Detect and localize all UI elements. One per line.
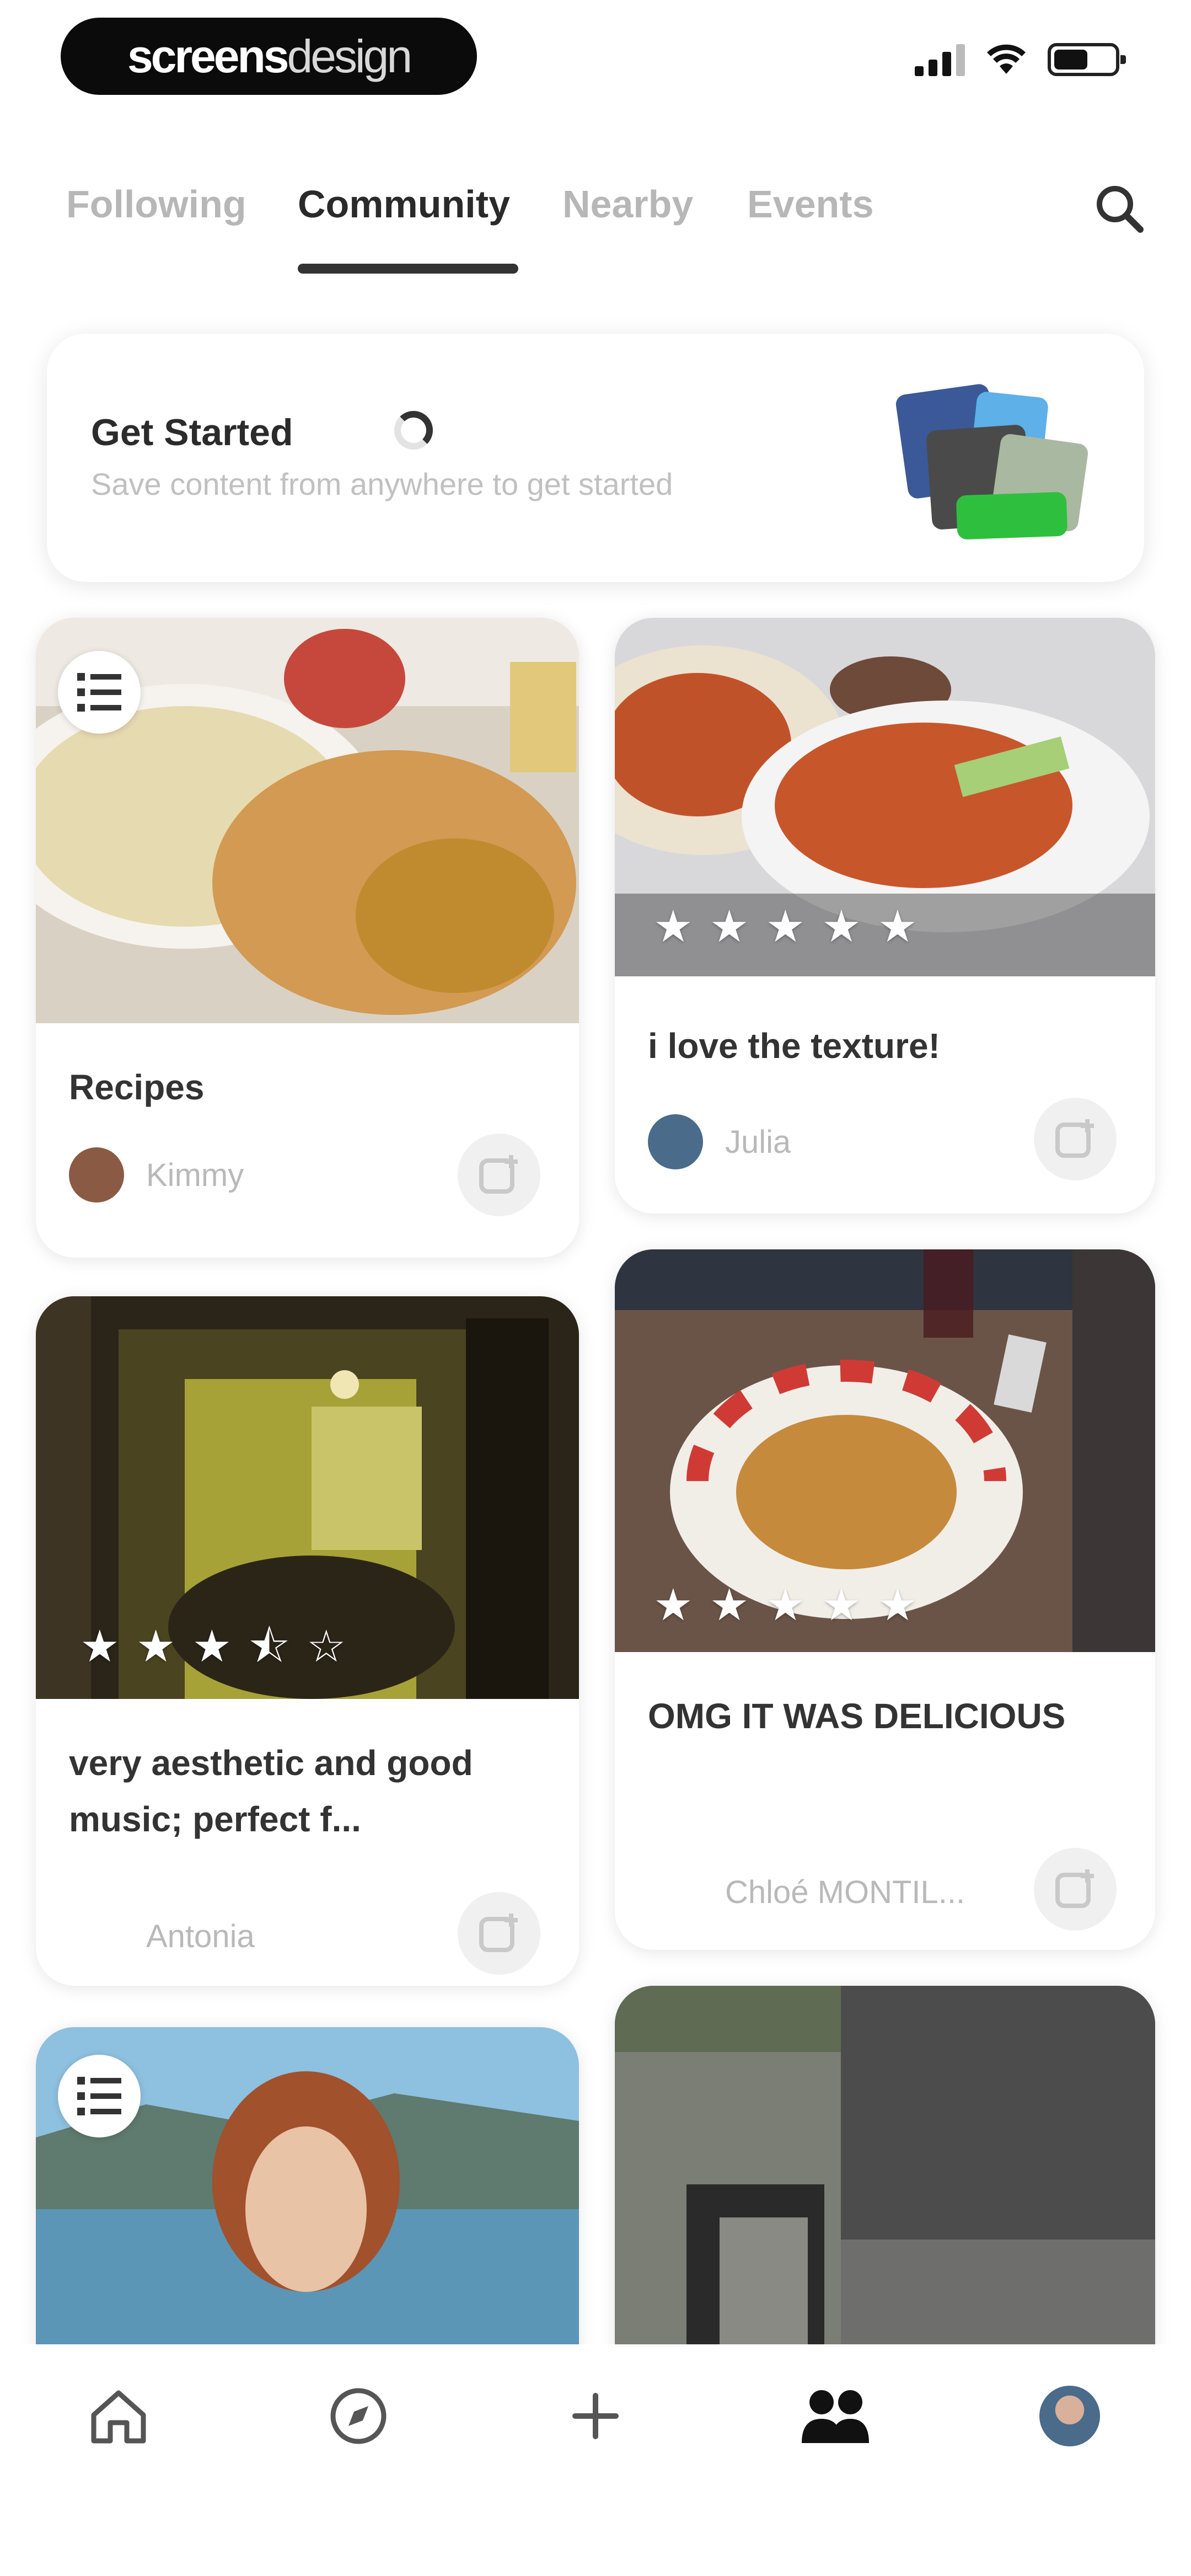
- star-full-icon: ★: [192, 1622, 232, 1671]
- star-full-icon: ★: [765, 902, 806, 951]
- battery-icon: [1048, 43, 1126, 76]
- card-author[interactable]: Julia: [648, 1114, 791, 1169]
- list-icon: [77, 2077, 121, 2115]
- search-icon: [1097, 186, 1144, 233]
- card-caption: i love the texture!: [648, 1026, 940, 1066]
- star-full-icon: ★: [877, 902, 918, 951]
- list-icon: [77, 673, 121, 712]
- active-tab-indicator: [298, 264, 518, 274]
- signal-icon: [915, 43, 965, 76]
- nav-add[interactable]: [557, 2377, 634, 2455]
- tab-following[interactable]: Following: [66, 182, 246, 226]
- feed-card[interactable]: Recipes Kimmy: [36, 618, 579, 1258]
- avatar: [69, 1909, 124, 1964]
- add-icon: [572, 2393, 619, 2439]
- card-author[interactable]: Antonia: [69, 1909, 255, 1964]
- list-badge: [58, 2055, 141, 2137]
- tab-nearby[interactable]: Nearby: [562, 182, 693, 226]
- card-caption: Recipes: [69, 1067, 205, 1107]
- get-started-card[interactable]: Get Started Save content from anywhere t…: [47, 334, 1144, 582]
- star-full-icon: ★: [80, 1622, 120, 1671]
- get-started-title: Get Started: [91, 411, 293, 453]
- rating-stars: ★ ★ ★ ★ ★: [653, 1583, 918, 1627]
- tab-community[interactable]: Community: [298, 182, 510, 226]
- explore-icon: [330, 2388, 387, 2444]
- save-image-icon: [1055, 1869, 1094, 1908]
- rating-stars: ★ ★ ★ ⯪ ☆: [80, 1624, 346, 1669]
- brand-logo-part1: screens: [127, 30, 289, 82]
- community-icon: [802, 2390, 869, 2443]
- star-full-icon: ★: [653, 902, 693, 951]
- card-author[interactable]: Kimmy: [69, 1147, 244, 1203]
- tab-events[interactable]: Events: [747, 182, 874, 226]
- save-image-icon: [479, 1914, 518, 1952]
- card-author[interactable]: Chloé MONTIL...: [648, 1864, 965, 1920]
- save-image-icon: [479, 1155, 518, 1194]
- brand-logo: screens design: [61, 18, 477, 95]
- app-collage-icon: [894, 383, 1095, 549]
- get-started-subtitle: Save content from anywhere to get starte…: [91, 467, 673, 501]
- nav-profile[interactable]: [1031, 2377, 1108, 2455]
- profile-avatar: [1039, 2386, 1100, 2446]
- star-half-icon: ⯪: [248, 1622, 290, 1671]
- nav-explore[interactable]: [320, 2377, 397, 2455]
- nav-community[interactable]: [797, 2377, 874, 2455]
- save-image-icon: [1055, 1119, 1094, 1158]
- star-full-icon: ★: [822, 1580, 861, 1629]
- avatar: [648, 1864, 703, 1920]
- feed-card[interactable]: ★ ★ ★ ★ ★ i love the texture! Julia: [615, 618, 1155, 1214]
- bottom-navigation: [0, 2344, 1191, 2576]
- progress-spinner-icon: [394, 411, 433, 450]
- brand-logo-part2: design: [287, 30, 413, 82]
- author-name: Kimmy: [146, 1157, 244, 1193]
- star-full-icon: ★: [822, 902, 861, 951]
- save-button[interactable]: [458, 1892, 540, 1975]
- avatar: [648, 1114, 703, 1169]
- star-full-icon: ★: [709, 902, 749, 951]
- feed-card[interactable]: ★ ★ ★ ★ ★ OMG IT WAS DELICIOUS Chloé MON…: [615, 1249, 1155, 1950]
- search-button[interactable]: [1092, 181, 1147, 236]
- rating-stars: ★ ★ ★ ★ ★: [653, 905, 918, 949]
- star-full-icon: ★: [877, 1580, 918, 1629]
- star-full-icon: ★: [653, 1580, 693, 1629]
- feed-card[interactable]: ★ ★ ★ ⯪ ☆ very aesthetic and good music;…: [36, 1296, 579, 1986]
- status-bar: screens design: [0, 0, 1191, 127]
- system-icons: [915, 43, 1126, 76]
- author-name: Julia: [725, 1124, 791, 1160]
- star-full-icon: ★: [136, 1622, 176, 1671]
- avatar: [69, 1147, 124, 1203]
- author-name: Chloé MONTIL...: [725, 1874, 965, 1910]
- card-caption: very aesthetic and good music; perfect f…: [69, 1743, 473, 1839]
- author-name: Antonia: [146, 1918, 255, 1954]
- card-caption: OMG IT WAS DELICIOUS: [648, 1696, 1066, 1736]
- nav-home[interactable]: [80, 2377, 157, 2455]
- save-button[interactable]: [1034, 1848, 1117, 1931]
- star-full-icon: ★: [765, 1580, 806, 1629]
- top-tabs: Following Community Nearby Events: [0, 165, 1191, 287]
- list-badge: [58, 651, 141, 734]
- save-button[interactable]: [1034, 1098, 1117, 1180]
- star-full-icon: ★: [709, 1580, 749, 1629]
- save-button[interactable]: [458, 1134, 540, 1216]
- home-icon: [91, 2390, 146, 2444]
- star-empty-icon: ☆: [306, 1622, 346, 1671]
- wifi-icon: [987, 44, 1026, 74]
